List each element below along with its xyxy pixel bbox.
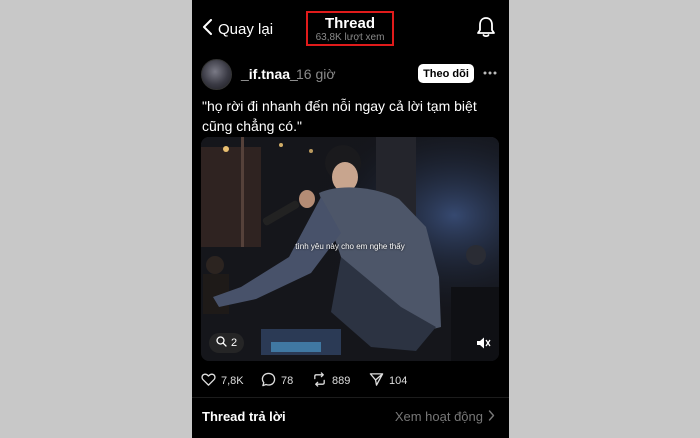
share-count: 104	[389, 375, 408, 387]
chevron-left-icon	[202, 19, 213, 39]
like-button[interactable]: 7,8K	[201, 372, 244, 390]
post-username[interactable]: _if.tnaa_	[241, 66, 298, 82]
avatar[interactable]	[201, 59, 232, 90]
divider	[192, 397, 509, 398]
back-button[interactable]: Quay lại	[202, 18, 273, 40]
more-options-icon[interactable]	[482, 66, 498, 80]
page-title: Thread	[324, 15, 375, 32]
reply-count-label: 2	[231, 337, 238, 349]
bell-icon[interactable]	[475, 16, 497, 38]
comment-button[interactable]: 78	[261, 372, 293, 390]
search-icon	[216, 336, 227, 350]
post-actions: 7,8K 78 889 104	[192, 372, 509, 390]
send-icon	[369, 372, 384, 390]
title-highlight-box: Thread 63,8K lượt xem	[306, 11, 394, 46]
heart-icon	[201, 372, 216, 390]
follow-button[interactable]: Theo dõi	[418, 64, 474, 83]
comment-count: 78	[281, 375, 294, 387]
chevron-right-icon	[488, 409, 495, 424]
replies-row: Thread trả lời Xem hoạt động	[192, 406, 509, 428]
view-activity-label: Xem hoạt động	[394, 409, 483, 424]
post-video[interactable]: tình yêu này cho em nghe thấy 2	[201, 137, 499, 361]
phone-screen: Quay lại Thread 63,8K lượt xem _if.tnaa_…	[192, 0, 509, 438]
share-button[interactable]: 104	[369, 372, 407, 390]
like-count: 7,8K	[221, 375, 244, 387]
video-reply-count[interactable]: 2	[209, 333, 245, 353]
view-count: 63,8K lượt xem	[315, 32, 385, 43]
post-header: _if.tnaa_ 16 giờ Theo dõi	[192, 57, 509, 93]
view-activity-link[interactable]: Xem hoạt động	[395, 409, 495, 424]
repost-count: 889	[332, 375, 351, 387]
video-caption: tình yêu này cho em nghe thấy	[295, 242, 405, 251]
top-bar: Quay lại Thread 63,8K lượt xem	[192, 0, 509, 52]
comment-icon	[261, 372, 276, 390]
repost-icon	[312, 372, 327, 390]
back-label: Quay lại	[218, 20, 274, 38]
post-time: 16 giờ	[296, 66, 336, 82]
replies-title: Thread trả lời	[202, 409, 286, 424]
repost-button[interactable]: 889	[312, 372, 350, 390]
mute-icon[interactable]	[475, 335, 491, 351]
post-text: "họ rời đi nhanh đến nỗi ngay cả lời tạm…	[202, 98, 477, 134]
